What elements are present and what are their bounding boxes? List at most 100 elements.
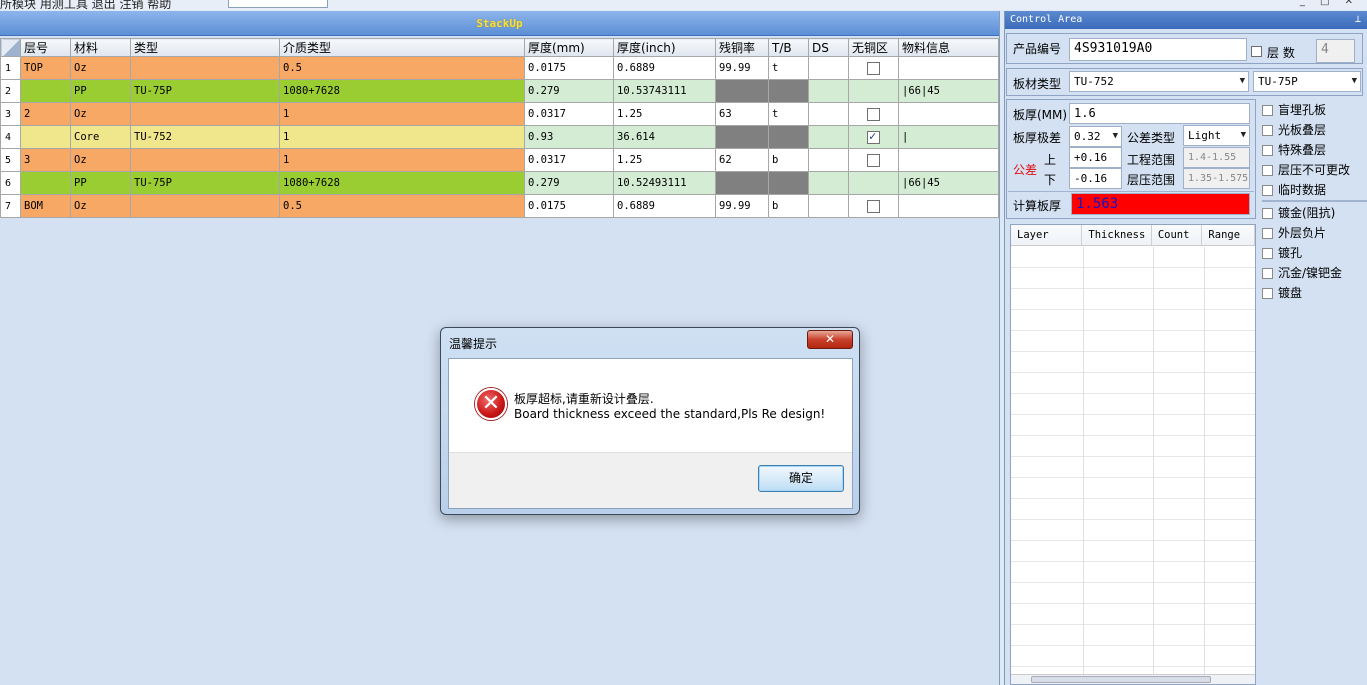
- material-cell[interactable]: PP: [70, 79, 131, 103]
- col-header-material[interactable]: 材料: [70, 38, 131, 57]
- material-info-cell[interactable]: [898, 194, 999, 218]
- col-header-layer[interactable]: 层号: [20, 38, 71, 57]
- col-header-count[interactable]: Count: [1152, 225, 1203, 245]
- pp-type-select[interactable]: TU-75P ▼: [1253, 71, 1361, 92]
- col-header-material-info[interactable]: 物料信息: [898, 38, 999, 57]
- residual-copper-cell[interactable]: 99.99: [715, 56, 769, 80]
- material-info-cell[interactable]: [898, 102, 999, 126]
- tb-cell[interactable]: b: [768, 148, 809, 172]
- option-group1-0[interactable]: 盲埋孔板: [1262, 100, 1367, 120]
- tolerance-type-select[interactable]: Light ▼: [1183, 125, 1250, 146]
- no-copper-checkbox[interactable]: [867, 61, 880, 75]
- option-group1-1[interactable]: 光板叠层: [1262, 120, 1367, 140]
- residual-copper-cell[interactable]: [715, 171, 769, 195]
- stackup-grid[interactable]: 层号 材料 类型 介质类型 厚度(mm) 厚度(inch) 残铜率 T/B DS…: [0, 38, 999, 218]
- window-controls[interactable]: _ □ ✕: [1300, 0, 1359, 7]
- layer-cell[interactable]: [20, 79, 71, 103]
- layer-cell[interactable]: [20, 125, 71, 149]
- tb-cell[interactable]: b: [768, 194, 809, 218]
- thickness-tolerance-select[interactable]: 0.32 ▼: [1069, 126, 1122, 147]
- option-group2-1[interactable]: 外层负片: [1262, 223, 1367, 243]
- thickness-mm-cell[interactable]: 0.93: [524, 125, 614, 149]
- material-cell[interactable]: Oz: [70, 56, 131, 80]
- row-number[interactable]: 1: [0, 56, 21, 80]
- dielectric-cell[interactable]: 1080+7628: [279, 171, 525, 195]
- row-number[interactable]: 3: [0, 102, 21, 126]
- col-header-residual-copper[interactable]: 残铜率: [715, 38, 769, 57]
- material-cell[interactable]: PP: [70, 171, 131, 195]
- col-header-thickness-mm[interactable]: 厚度(mm): [524, 38, 614, 57]
- tb-cell[interactable]: [768, 171, 809, 195]
- chevron-down-icon[interactable]: ▼: [1352, 72, 1357, 91]
- thickness-mm-cell[interactable]: 0.279: [524, 79, 614, 103]
- board-thickness-field[interactable]: 1.6: [1069, 103, 1250, 124]
- select-all-corner[interactable]: [0, 38, 21, 57]
- layer-count-field[interactable]: 4: [1316, 39, 1355, 63]
- row-number[interactable]: 6: [0, 171, 21, 195]
- col-header-no-copper[interactable]: 无铜区: [848, 38, 899, 57]
- thickness-inch-cell[interactable]: 36.614: [613, 125, 716, 149]
- table-row[interactable]: 4 CoreTU-75210.9336.614 |: [0, 125, 999, 149]
- table-row[interactable]: 6 PP TU-75P 1080+7628 0.279 10.52493111 |66|45: [0, 171, 999, 195]
- residual-copper-cell[interactable]: 63: [715, 102, 769, 126]
- tb-cell[interactable]: [768, 125, 809, 149]
- material-cell[interactable]: Oz: [70, 102, 131, 126]
- horizontal-scrollbar[interactable]: [1011, 674, 1255, 684]
- chevron-down-icon[interactable]: ▼: [1240, 72, 1245, 91]
- material-cell[interactable]: Oz: [70, 194, 131, 218]
- thickness-count-table[interactable]: Layer Thickness Count Range: [1010, 224, 1256, 685]
- type-cell[interactable]: [130, 148, 280, 172]
- no-copper-cell[interactable]: [848, 56, 899, 80]
- table-row[interactable]: 2 PP TU-75P 1080+7628 0.279 10.53743111 |66|45: [0, 79, 999, 103]
- col-header-ds[interactable]: DS: [808, 38, 849, 57]
- option-checkbox[interactable]: [1262, 164, 1273, 176]
- option-group2-4[interactable]: 镀盘: [1262, 283, 1367, 303]
- option-checkbox[interactable]: [1262, 144, 1273, 156]
- option-group2-3[interactable]: 沉金/镍钯金: [1262, 263, 1367, 283]
- menu-items[interactable]: 所模块 用测工具 退出 注销 帮助: [0, 0, 171, 10]
- type-cell[interactable]: [130, 194, 280, 218]
- layer-cell[interactable]: [20, 171, 71, 195]
- thickness-mm-cell[interactable]: 0.0175: [524, 56, 614, 80]
- row-number[interactable]: 7: [0, 194, 21, 218]
- option-checkbox[interactable]: [1262, 267, 1273, 279]
- table-row[interactable]: 3 2 Oz 1 0.0317 1.25 63 t: [0, 102, 999, 126]
- col-header-layer[interactable]: Layer: [1011, 225, 1083, 245]
- col-header-thickness[interactable]: Thickness: [1082, 225, 1152, 245]
- thickness-mm-cell[interactable]: 0.0175: [524, 194, 614, 218]
- residual-copper-cell[interactable]: 99.99: [715, 194, 769, 218]
- no-copper-checkbox[interactable]: [867, 153, 880, 167]
- tb-cell[interactable]: t: [768, 102, 809, 126]
- option-group1-4[interactable]: 临时数据: [1262, 180, 1367, 200]
- residual-copper-cell[interactable]: [715, 125, 769, 149]
- material-info-cell[interactable]: |66|45: [898, 79, 999, 103]
- option-group1-2[interactable]: 特殊叠层: [1262, 140, 1367, 160]
- thickness-inch-cell[interactable]: 0.6889: [613, 194, 716, 218]
- dielectric-cell[interactable]: 1: [279, 125, 525, 149]
- col-header-range[interactable]: Range: [1202, 225, 1255, 245]
- ds-cell[interactable]: [808, 194, 849, 218]
- material-info-cell[interactable]: |: [898, 125, 999, 149]
- row-number[interactable]: 2: [0, 79, 21, 103]
- table-row[interactable]: 7 BOM Oz 0.5 0.0175 0.6889 99.99 b: [0, 194, 999, 218]
- tb-cell[interactable]: [768, 79, 809, 103]
- no-copper-cell[interactable]: [848, 125, 899, 149]
- table-row[interactable]: 1 TOP Oz 0.5 0.0175 0.6889 99.99 t: [0, 56, 999, 80]
- layer-cell[interactable]: TOP: [20, 56, 71, 80]
- chevron-down-icon[interactable]: ▼: [1241, 126, 1246, 145]
- material-info-cell[interactable]: [898, 56, 999, 80]
- close-button[interactable]: ✕: [807, 330, 853, 349]
- material-cell[interactable]: Oz: [70, 148, 131, 172]
- ds-cell[interactable]: [808, 102, 849, 126]
- layer-cell[interactable]: 2: [20, 102, 71, 126]
- ok-button[interactable]: 确定: [758, 465, 844, 492]
- thickness-mm-cell[interactable]: 0.0317: [524, 148, 614, 172]
- lower-tolerance-field[interactable]: -0.16: [1069, 168, 1122, 189]
- type-cell[interactable]: TU-752: [130, 125, 280, 149]
- ds-cell[interactable]: [808, 148, 849, 172]
- thickness-inch-cell[interactable]: 10.52493111: [613, 171, 716, 195]
- thickness-mm-cell[interactable]: 0.0317: [524, 102, 614, 126]
- type-cell[interactable]: TU-75P: [130, 79, 280, 103]
- no-copper-cell[interactable]: [848, 148, 899, 172]
- scrollbar-thumb[interactable]: [1031, 676, 1211, 683]
